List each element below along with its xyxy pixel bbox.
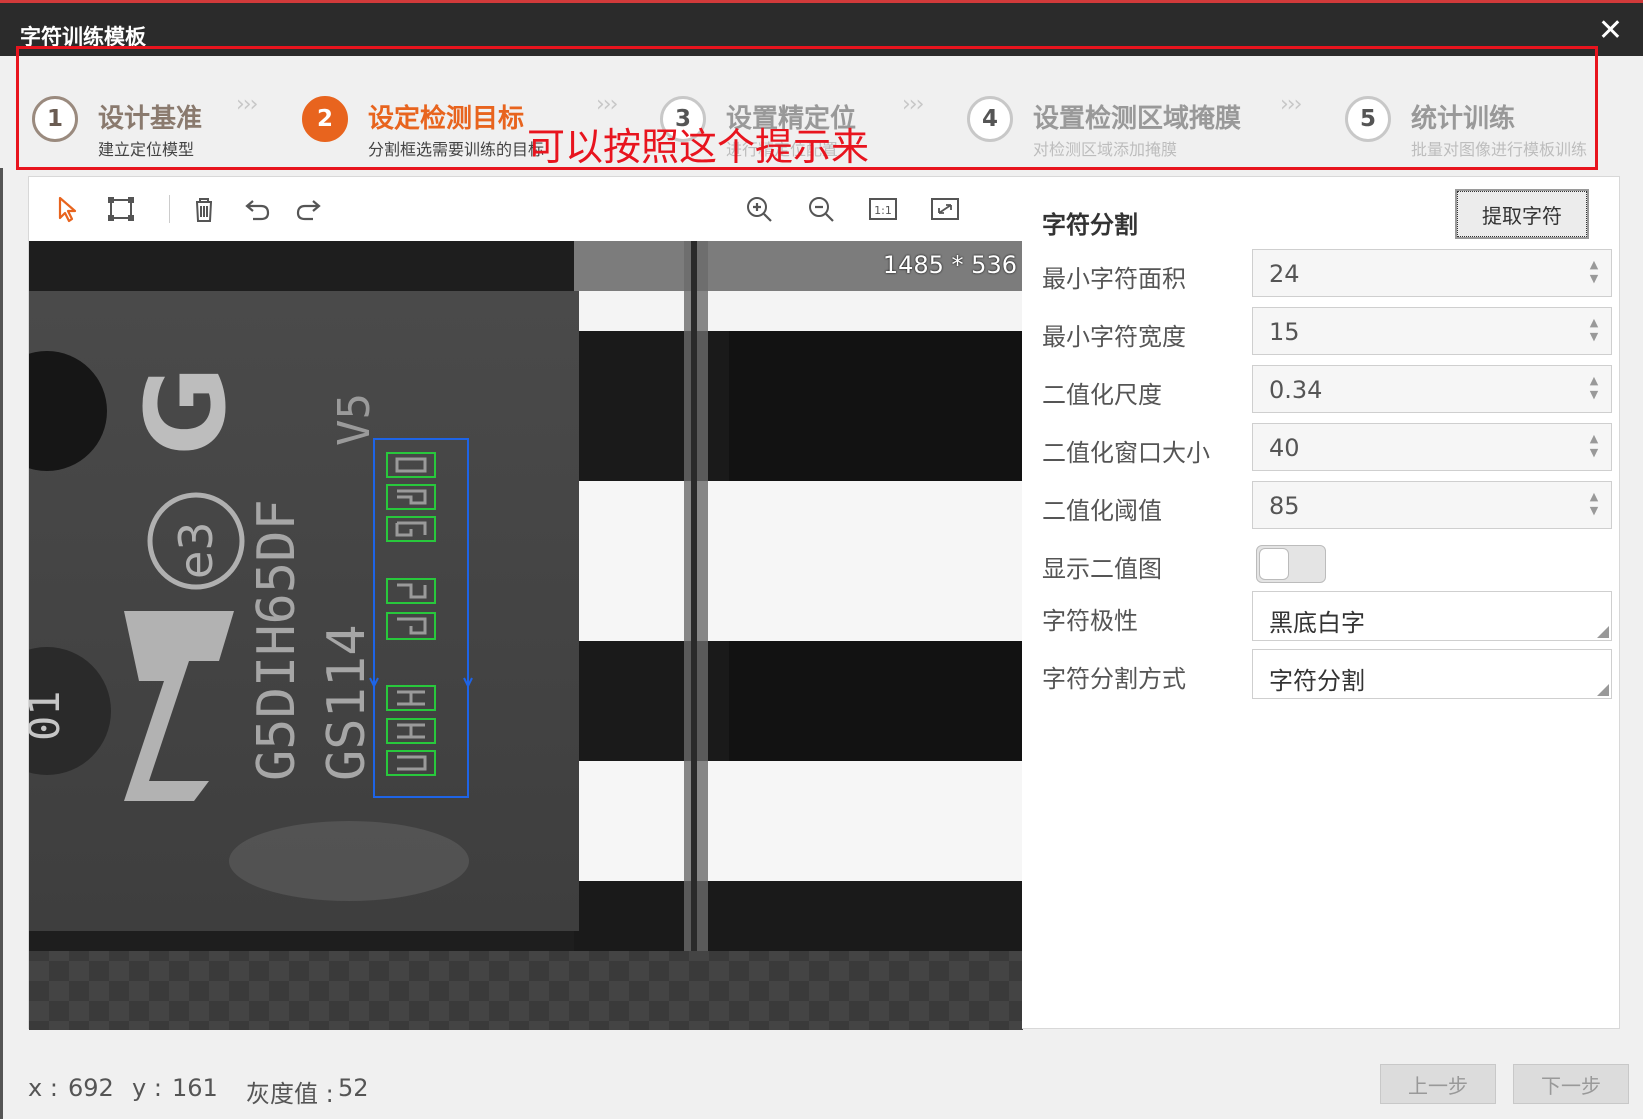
x-coord-value: 692	[68, 1074, 114, 1102]
field-value: 15	[1269, 318, 1300, 346]
transparent-area	[29, 951, 1023, 1030]
field-label: 字符分割方式	[1042, 665, 1186, 693]
zoom-in-icon[interactable]	[739, 191, 779, 227]
select-value: 字符分割	[1269, 667, 1365, 695]
prev-step-button[interactable]: 上一步	[1380, 1064, 1496, 1104]
field-label: 二值化尺度	[1042, 381, 1162, 409]
fit-window-icon[interactable]	[925, 191, 965, 227]
field-value: 24	[1269, 260, 1300, 288]
image-panel: 1:1 G V5 e3 G5DIH65DF GS114 01 1485 * 53…	[28, 176, 1023, 1030]
field-value: 40	[1269, 434, 1300, 462]
field-split-method: 字符分割方式 字符分割	[1042, 649, 1612, 699]
chip-side-text: 01	[29, 690, 69, 741]
field-min-char-width: 最小字符宽度 15 ▲ ▼	[1042, 307, 1612, 355]
close-icon[interactable]: ✕	[1598, 13, 1623, 48]
dropdown-corner-icon	[1597, 626, 1609, 638]
panel-title: 字符分割	[1042, 211, 1138, 239]
x-coord-label: x :	[28, 1074, 58, 1102]
field-binarize-threshold: 二值化阈值 85 ▲ ▼	[1042, 481, 1612, 529]
field-label: 最小字符宽度	[1042, 323, 1186, 351]
next-step-button[interactable]: 下一步	[1513, 1064, 1629, 1104]
y-coord-value: 161	[172, 1074, 218, 1102]
select-arrow-icon[interactable]	[47, 191, 87, 227]
split-method-select[interactable]: 字符分割	[1252, 649, 1612, 699]
char-training-dialog: 字符训练模板 ✕ 1 设计基准 建立定位模型 ››› 2 设定检测目标 分割框选…	[0, 0, 1643, 1119]
spinner-icon[interactable]: ▲ ▼	[1587, 432, 1601, 464]
binarize-threshold-input[interactable]: 85 ▲ ▼	[1252, 481, 1612, 529]
toggle-knob	[1259, 548, 1289, 580]
binarize-window-input[interactable]: 40 ▲ ▼	[1252, 423, 1612, 471]
extract-chars-button[interactable]: 提取字符	[1455, 189, 1589, 239]
spinner-icon[interactable]: ▲ ▼	[1587, 490, 1601, 522]
field-label: 二值化窗口大小	[1042, 439, 1210, 467]
field-label: 二值化阈值	[1042, 497, 1162, 525]
annotation-text: 可以按照这个提示来	[527, 125, 870, 169]
chip-text-line-2: GS114	[317, 624, 377, 781]
window-edge	[0, 56, 3, 1119]
field-show-binary: 显示二值图	[1042, 539, 1602, 587]
svg-text:1:1: 1:1	[874, 204, 892, 217]
field-label: 字符极性	[1042, 607, 1138, 635]
spinner-icon[interactable]: ▲ ▼	[1587, 374, 1601, 406]
select-value: 黑底白字	[1269, 609, 1365, 637]
spinner-icon[interactable]: ▲ ▼	[1587, 316, 1601, 348]
status-bar: x : 692 y : 161 灰度值 : 52 上一步 下一步	[0, 1056, 1643, 1119]
chip-e3-mark: e3	[169, 521, 223, 579]
chip-logo: G	[122, 366, 250, 456]
image-canvas[interactable]: G V5 e3 G5DIH65DF GS114 01 1485 * 536	[29, 241, 1023, 1030]
gray-value-label: 灰度值 :	[246, 1080, 334, 1108]
chip-text-line-1: G5DIH65DF	[247, 499, 307, 781]
dropdown-corner-icon	[1597, 684, 1609, 696]
min-char-width-input[interactable]: 15 ▲ ▼	[1252, 307, 1612, 355]
zoom-out-icon[interactable]	[801, 191, 841, 227]
field-binarize-window: 二值化窗口大小 40 ▲ ▼	[1042, 423, 1612, 471]
binarize-scale-input[interactable]: 0.34 ▲ ▼	[1252, 365, 1612, 413]
field-label: 显示二值图	[1042, 555, 1162, 583]
toolbar-divider	[169, 195, 170, 223]
params-panel: 字符分割 提取字符 最小字符面积 24 ▲ ▼ 最小字符宽度 15 ▲ ▼ 二值化尺…	[1022, 176, 1620, 1029]
image-size-label: 1485 * 536	[882, 251, 1017, 279]
image-toolbar: 1:1	[29, 177, 1023, 241]
y-coord-label: y :	[132, 1074, 162, 1102]
undo-icon[interactable]	[237, 191, 277, 227]
field-value: 0.34	[1269, 376, 1323, 404]
spinner-icon[interactable]: ▲ ▼	[1587, 258, 1601, 290]
char-polarity-select[interactable]: 黑底白字	[1252, 591, 1612, 641]
show-binary-toggle[interactable]	[1256, 545, 1326, 583]
min-char-area-input[interactable]: 24 ▲ ▼	[1252, 249, 1612, 297]
field-char-polarity: 字符极性 黑底白字	[1042, 591, 1612, 641]
field-binarize-scale: 二值化尺度 0.34 ▲ ▼	[1042, 365, 1612, 413]
chip-v-mark: V5	[329, 393, 380, 446]
redo-icon[interactable]	[289, 191, 329, 227]
actual-size-icon[interactable]: 1:1	[863, 191, 903, 227]
field-value: 85	[1269, 492, 1300, 520]
gray-value: 52	[338, 1074, 369, 1102]
rect-roi-icon[interactable]	[101, 191, 141, 227]
field-label: 最小字符面积	[1042, 265, 1186, 293]
delete-trash-icon[interactable]	[184, 191, 224, 227]
field-min-char-area: 最小字符面积 24 ▲ ▼	[1042, 249, 1612, 297]
